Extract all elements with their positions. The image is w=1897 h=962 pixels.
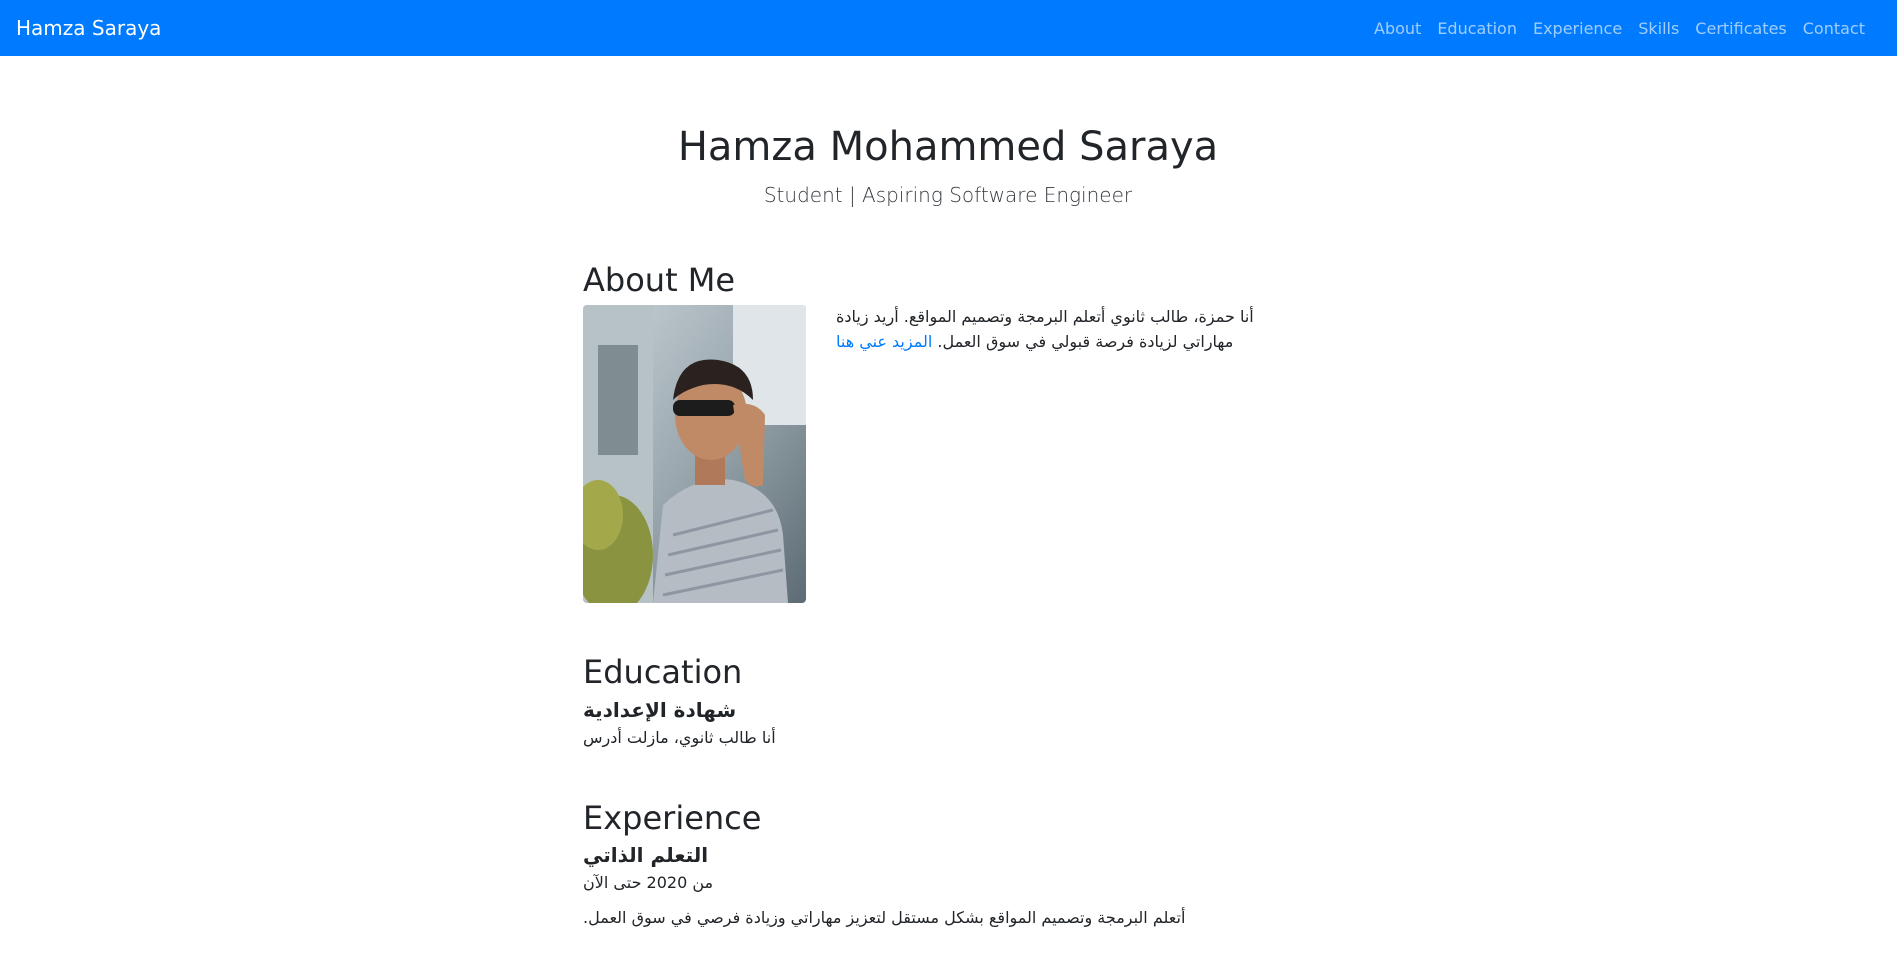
page-title: Hamza Mohammed Saraya (677, 124, 1219, 170)
experience-item-title: التعلم الذاتي (583, 843, 709, 868)
education-heading: Education (583, 653, 743, 692)
nav-link-contact[interactable]: Contact (1795, 19, 1873, 38)
about-row: أنا حمزة، طالب ثانوي أتعلم البرمجة وتصمي… (583, 305, 1313, 604)
education-section: Education شهادة الإعدادية أنا طالب ثانوي… (583, 653, 1313, 746)
nav-link-about[interactable]: About (1366, 19, 1429, 38)
nav-link-education[interactable]: Education (1429, 19, 1525, 38)
experience-item-description: أتعلم البرمجة وتصميم المواقع بشكل مستقل … (583, 908, 1186, 928)
nav-links: About Education Experience Skills Certif… (1366, 19, 1873, 38)
about-more-link[interactable]: المزيد عني هنا (836, 332, 932, 351)
nav-link-skills[interactable]: Skills (1630, 19, 1687, 38)
nav-link-experience[interactable]: Experience (1525, 19, 1630, 38)
navbar: Hamza Saraya About Education Experience … (0, 0, 1897, 56)
experience-heading: Experience (583, 798, 762, 837)
main-content: Hamza Mohammed Saraya Student | Aspiring… (583, 56, 1313, 927)
nav-link-certificates[interactable]: Certificates (1687, 19, 1794, 38)
about-text: أنا حمزة، طالب ثانوي أتعلم البرمجة وتصمي… (836, 305, 1306, 603)
education-item-text: أنا طالب ثانوي، مازلت أدرس (583, 727, 776, 747)
experience-item-date: من 2020 حتى الآن (583, 873, 714, 893)
about-heading: About Me (583, 261, 736, 299)
page-tagline: Student | Aspiring Software Engineer (763, 183, 1133, 207)
profile-photo (583, 305, 806, 604)
brand-link[interactable]: Hamza Saraya (16, 16, 161, 40)
education-item-title: شهادة الإعدادية (583, 697, 737, 722)
profile-photo-image (583, 305, 806, 604)
page-header: Hamza Mohammed Saraya Student | Aspiring… (583, 123, 1313, 207)
about-section: About Me أنا حمزة، طالب ثانوي أتعلم البر… (583, 261, 1313, 604)
experience-section: Experience التعلم الذاتي من 2020 حتى الآ… (583, 799, 1313, 927)
